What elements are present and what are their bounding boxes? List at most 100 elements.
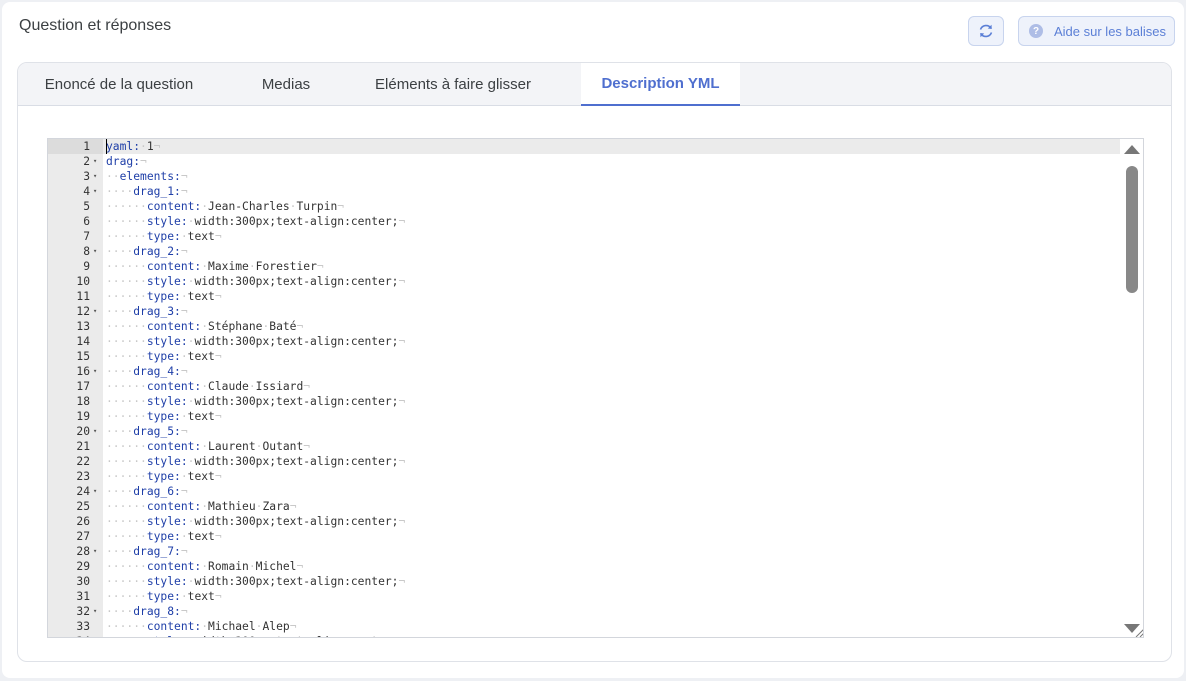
yaml-key: drag_7: — [133, 545, 181, 558]
indent-whitespace: ······ — [106, 335, 147, 348]
code-line[interactable]: 26 ······style:·width:300px;text-align:ce… — [48, 514, 1120, 529]
code-line[interactable]: 4 ▾ ····drag_1:¬ — [48, 184, 1120, 199]
code-line[interactable]: 21 ······content:·Laurent·Outant¬ — [48, 439, 1120, 454]
tab-medias[interactable]: Medias — [236, 63, 336, 105]
code-line[interactable]: 33 ······content:·Michael·Alep¬ — [48, 619, 1120, 634]
eol-marker: ¬ — [337, 200, 345, 213]
tab-elements-glisser[interactable]: Eléments à faire glisser — [358, 63, 548, 105]
help-tags-button[interactable]: ? Aide sur les balises — [1018, 16, 1175, 46]
eol-marker: ¬ — [303, 380, 311, 393]
code-line[interactable]: 29 ······content:·Romain·Michel¬ — [48, 559, 1120, 574]
code-line[interactable]: 7 ······type:·text¬ — [48, 229, 1120, 244]
line-number: 12 — [76, 305, 90, 318]
fold-arrow-icon[interactable]: ▾ — [93, 184, 97, 199]
indent-whitespace: ······ — [106, 575, 147, 588]
indent-whitespace: ······ — [106, 275, 147, 288]
yaml-value: Laurent·Outant — [208, 440, 304, 453]
refresh-button[interactable] — [968, 16, 1004, 46]
tabs-card: Enoncé de la question Medias Eléments à … — [17, 62, 1172, 662]
yaml-value: Stéphane·Baté — [208, 320, 297, 333]
code-line[interactable]: 34 ······style:·width:300px;text-align:ce… — [48, 634, 1120, 637]
fold-arrow-icon[interactable]: ▾ — [93, 304, 97, 319]
indent-whitespace: ···· — [106, 185, 134, 198]
code-line[interactable]: 27 ······type:·text¬ — [48, 529, 1120, 544]
fold-arrow-icon[interactable]: ▾ — [93, 154, 97, 169]
code-line[interactable]: 15 ······type:·text¬ — [48, 349, 1120, 364]
yaml-key: yaml: — [106, 140, 141, 153]
fold-arrow-icon[interactable]: ▾ — [93, 169, 97, 184]
yaml-key: drag_1: — [133, 185, 181, 198]
code-line[interactable]: 30 ······style:·width:300px;text-align:ce… — [48, 574, 1120, 589]
eol-marker: ¬ — [180, 545, 188, 558]
code-line[interactable]: 22 ······style:·width:300px;text-align:ce… — [48, 454, 1120, 469]
code-line[interactable]: 5 ······content:·Jean-Charles·Turpin¬ — [48, 199, 1120, 214]
resize-grip-icon[interactable] — [1134, 627, 1144, 637]
code-line[interactable]: 9 ······content:·Maxime·Forestier¬ — [48, 259, 1120, 274]
eol-marker: ¬ — [214, 410, 222, 423]
yaml-value: Jean-Charles·Turpin — [208, 200, 338, 213]
code-text: yaml:·1¬ — [106, 139, 160, 154]
yaml-code-editor[interactable]: 1 yaml:·1¬ 2 ▾ drag:¬ 3 ▾ ··elements:¬ 4 ▾ ····dra… — [47, 138, 1144, 638]
code-line[interactable]: 24 ▾ ····drag_6:¬ — [48, 484, 1120, 499]
yaml-key: drag_4: — [133, 365, 181, 378]
code-line[interactable]: 17 ······content:·Claude·Issiard¬ — [48, 379, 1120, 394]
indent-whitespace: ······ — [106, 410, 147, 423]
code-text: ······type:·text¬ — [106, 589, 222, 604]
eol-marker: ¬ — [180, 170, 188, 183]
scrollbar-thumb[interactable] — [1126, 166, 1138, 293]
code-line[interactable]: 16 ▾ ····drag_4:¬ — [48, 364, 1120, 379]
code-line[interactable]: 8 ▾ ····drag_2:¬ — [48, 244, 1120, 259]
code-line[interactable]: 32 ▾ ····drag_8:¬ — [48, 604, 1120, 619]
line-number: 1 — [83, 140, 90, 153]
yaml-value: text — [187, 530, 215, 543]
code-line[interactable]: 19 ······type:·text¬ — [48, 409, 1120, 424]
fold-arrow-icon[interactable]: ▾ — [93, 604, 97, 619]
eol-marker: ¬ — [398, 275, 406, 288]
eol-marker: ¬ — [180, 425, 188, 438]
eol-marker: ¬ — [398, 215, 406, 228]
line-number: 8 — [83, 245, 90, 258]
code-line[interactable]: 2 ▾ drag:¬ — [48, 154, 1120, 169]
code-line[interactable]: 18 ······style:·width:300px;text-align:ce… — [48, 394, 1120, 409]
code-line[interactable]: 10 ······style:·width:300px;text-align:ce… — [48, 274, 1120, 289]
line-number: 6 — [83, 215, 90, 228]
yaml-key: drag_3: — [133, 305, 181, 318]
yaml-key: style: — [146, 575, 188, 588]
yaml-key: drag_5: — [133, 425, 181, 438]
tab-description-yml[interactable]: Description YML — [581, 63, 740, 106]
eol-marker: ¬ — [316, 260, 324, 273]
line-number: 14 — [76, 335, 90, 348]
fold-arrow-icon[interactable]: ▾ — [93, 244, 97, 259]
code-line[interactable]: 28 ▾ ····drag_7:¬ — [48, 544, 1120, 559]
tab-bar: Enoncé de la question Medias Eléments à … — [18, 63, 1171, 106]
code-line[interactable]: 12 ▾ ····drag_3:¬ — [48, 304, 1120, 319]
space-marker: · — [180, 230, 188, 243]
fold-arrow-icon[interactable]: ▾ — [93, 424, 97, 439]
code-line[interactable]: 25 ······content:·Mathieu·Zara¬ — [48, 499, 1120, 514]
indent-whitespace: ······ — [106, 590, 147, 603]
code-line[interactable]: 31 ······type:·text¬ — [48, 589, 1120, 604]
code-line[interactable]: 1 yaml:·1¬ — [48, 139, 1120, 154]
code-line[interactable]: 23 ······type:·text¬ — [48, 469, 1120, 484]
eol-marker: ¬ — [180, 365, 188, 378]
tab-enonce[interactable]: Enoncé de la question — [18, 63, 220, 105]
code-text: ··elements:¬ — [106, 169, 188, 184]
line-number: 11 — [76, 290, 90, 303]
scroll-up-icon[interactable] — [1124, 145, 1140, 154]
yaml-key: elements: — [119, 170, 181, 183]
fold-arrow-icon[interactable]: ▾ — [93, 484, 97, 499]
code-line[interactable]: 3 ▾ ··elements:¬ — [48, 169, 1120, 184]
code-line[interactable]: 20 ▾ ····drag_5:¬ — [48, 424, 1120, 439]
eol-marker: ¬ — [398, 575, 406, 588]
fold-arrow-icon[interactable]: ▾ — [93, 364, 97, 379]
code-line[interactable]: 6 ······style:·width:300px;text-align:cen… — [48, 214, 1120, 229]
line-number: 3 — [83, 170, 90, 183]
code-text: drag:¬ — [106, 154, 147, 169]
code-line[interactable]: 13 ······content:·Stéphane·Baté¬ — [48, 319, 1120, 334]
tab-label: Medias — [261, 75, 311, 93]
fold-arrow-icon[interactable]: ▾ — [93, 544, 97, 559]
code-line[interactable]: 14 ······style:·width:300px;text-align:ce… — [48, 334, 1120, 349]
code-line[interactable]: 11 ······type:·text¬ — [48, 289, 1120, 304]
line-number: 10 — [76, 275, 90, 288]
code-text: ······type:·text¬ — [106, 229, 222, 244]
